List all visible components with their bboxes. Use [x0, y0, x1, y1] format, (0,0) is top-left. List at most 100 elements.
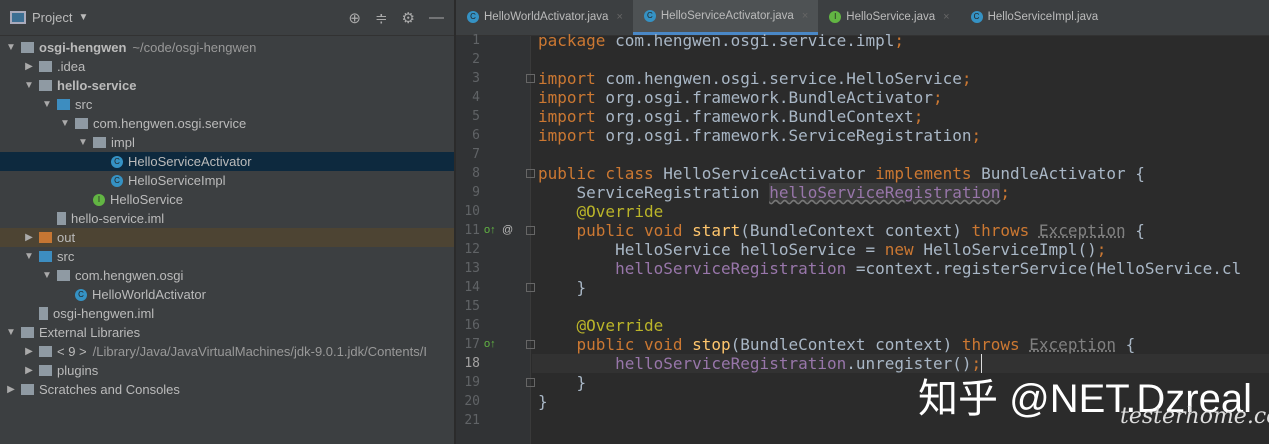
- tree-item[interactable]: ▼ osgi-hengwen ~/code/osgi-hengwen: [0, 38, 454, 57]
- folder-icon: [21, 42, 34, 53]
- tree-item[interactable]: C HelloServiceImpl: [0, 171, 454, 190]
- code-token: @Override: [576, 202, 664, 221]
- tree-item[interactable]: C HelloServiceActivator: [0, 152, 454, 171]
- code-line[interactable]: [532, 297, 1269, 316]
- code-line[interactable]: import org.osgi.framework.BundleActivato…: [532, 88, 1269, 107]
- gear-icon[interactable]: ⚙: [402, 9, 415, 27]
- tab-label: HelloServiceActivator.java: [660, 9, 794, 22]
- code-token: org.osgi.framework.ServiceRegistration: [595, 126, 972, 145]
- expanded-arrow-icon[interactable]: ▼: [4, 42, 18, 53]
- tree-item[interactable]: ▶ out: [0, 228, 454, 247]
- code-token: public class: [538, 164, 664, 183]
- code-token: start: [692, 221, 741, 240]
- tab-label: HelloService.java: [846, 11, 936, 23]
- tab-helloserviceactivator[interactable]: C HelloServiceActivator.java ×: [632, 0, 819, 35]
- tree-item[interactable]: ▼ src: [0, 247, 454, 266]
- code-token: import: [538, 107, 596, 126]
- tree-item-path: /Library/Java/JavaVirtualMachines/jdk-9.…: [92, 344, 427, 359]
- line-number: 4: [472, 90, 480, 105]
- expanded-arrow-icon[interactable]: ▼: [40, 270, 54, 281]
- code-token: throws: [961, 335, 1030, 354]
- code-line[interactable]: public class HelloServiceActivator imple…: [532, 164, 1269, 183]
- expanded-arrow-icon[interactable]: ▼: [22, 251, 36, 262]
- tree-item[interactable]: ▼ com.hengwen.osgi.service: [0, 114, 454, 133]
- expanded-arrow-icon[interactable]: ▼: [22, 80, 36, 91]
- code-line[interactable]: @Override: [532, 202, 1269, 221]
- code-line[interactable]: [532, 145, 1269, 164]
- code-line[interactable]: }: [532, 278, 1269, 297]
- collapsed-arrow-icon[interactable]: ▶: [4, 384, 18, 395]
- tree-item[interactable]: I HelloService: [0, 190, 454, 209]
- tab-helloserviceimpl[interactable]: C HelloServiceImpl.java: [960, 0, 1109, 35]
- override-icon[interactable]: @: [502, 221, 513, 240]
- close-icon[interactable]: ×: [616, 11, 622, 23]
- code-line[interactable]: import org.osgi.framework.BundleContext;: [532, 107, 1269, 126]
- expanded-arrow-icon[interactable]: ▼: [76, 137, 90, 148]
- implements-method-icon[interactable]: o↑: [484, 335, 496, 354]
- code-line[interactable]: public void stop(BundleContext context) …: [532, 335, 1269, 354]
- file-icon: [57, 212, 66, 225]
- tree-item[interactable]: ▼ hello-service: [0, 76, 454, 95]
- tree-item-label: src: [57, 249, 75, 264]
- tab-helloworldactivator[interactable]: C HelloWorldActivator.java ×: [456, 0, 633, 35]
- hide-icon[interactable]: —: [429, 9, 444, 27]
- tree-item[interactable]: ▶ < 9 > /Library/Java/JavaVirtualMachines/…: [0, 342, 454, 361]
- code-token: @Override: [576, 316, 664, 335]
- code-line[interactable]: import org.osgi.framework.ServiceRegistr…: [532, 126, 1269, 145]
- code-line[interactable]: public void start(BundleContext context)…: [532, 221, 1269, 240]
- collapsed-arrow-icon[interactable]: ▶: [22, 232, 36, 243]
- tree-item[interactable]: osgi-hengwen.iml: [0, 304, 454, 323]
- code-token: HelloServiceActivator: [663, 164, 876, 183]
- tree-item[interactable]: ▶ plugins: [0, 361, 454, 380]
- line-number: 5: [472, 109, 480, 124]
- tree-item-label: com.hengwen.osgi: [75, 268, 184, 283]
- code-line[interactable]: @Override: [532, 316, 1269, 335]
- tree-item-label: impl: [111, 135, 135, 150]
- code-token: helloServiceRegistration: [615, 354, 847, 373]
- locate-icon[interactable]: ⊕: [348, 9, 361, 27]
- code-token: throws: [971, 221, 1039, 240]
- close-icon[interactable]: ×: [943, 11, 949, 23]
- lib-icon: [21, 327, 34, 338]
- tree-item[interactable]: C HelloWorldActivator: [0, 285, 454, 304]
- implements-method-icon[interactable]: o↑: [484, 221, 496, 240]
- code-line[interactable]: [532, 50, 1269, 69]
- collapsed-arrow-icon[interactable]: ▶: [22, 365, 36, 376]
- code-token: (BundleContext context): [740, 221, 972, 240]
- tree-item[interactable]: hello-service.iml: [0, 209, 454, 228]
- line-number: 17: [464, 337, 480, 352]
- code-token: Exception: [1038, 221, 1126, 240]
- tree-item[interactable]: ▼ src: [0, 95, 454, 114]
- code-line[interactable]: import com.hengwen.osgi.service.HelloSer…: [532, 69, 1269, 88]
- code-line[interactable]: ServiceRegistration helloServiceRegistra…: [532, 183, 1269, 202]
- project-panel: Project ▼ ⊕ ≑ ⚙ — ▼ osgi-hengwen ~/code/os…: [0, 0, 455, 444]
- code-line[interactable]: helloServiceRegistration =context.regist…: [532, 259, 1269, 278]
- collapsed-arrow-icon[interactable]: ▶: [22, 346, 36, 357]
- tab-label: HelloServiceImpl.java: [987, 11, 1099, 23]
- code-token: ;: [961, 69, 972, 88]
- chevron-down-icon[interactable]: ▼: [78, 12, 88, 23]
- tree-item[interactable]: ▶ Scratches and Consoles: [0, 380, 454, 399]
- expanded-arrow-icon[interactable]: ▼: [4, 327, 18, 338]
- tree-item[interactable]: ▶ .idea: [0, 57, 454, 76]
- collapse-all-icon[interactable]: ≑: [375, 9, 388, 27]
- tree-item-label: src: [75, 97, 93, 112]
- code-token: com.hengwen.osgi.service.HelloService: [595, 69, 962, 88]
- tree-item[interactable]: ▼ com.hengwen.osgi: [0, 266, 454, 285]
- code-token: ;: [932, 88, 943, 107]
- code-line[interactable]: HelloService helloService = new HelloSer…: [532, 240, 1269, 259]
- tree-item-label: plugins: [57, 363, 99, 378]
- tree-item[interactable]: ▼ External Libraries: [0, 323, 454, 342]
- tree-item[interactable]: ▼ impl: [0, 133, 454, 152]
- line-number: 2: [472, 52, 480, 67]
- close-icon[interactable]: ×: [802, 10, 808, 22]
- code-line[interactable]: package com.hengwen.osgi.service.impl;: [532, 31, 1269, 50]
- project-view-selector[interactable]: Project: [32, 10, 72, 25]
- expanded-arrow-icon[interactable]: ▼: [40, 99, 54, 110]
- tree-item-label: .idea: [57, 59, 86, 74]
- tab-helloservice[interactable]: I HelloService.java ×: [818, 0, 959, 35]
- collapsed-arrow-icon[interactable]: ▶: [22, 61, 36, 72]
- expanded-arrow-icon[interactable]: ▼: [58, 118, 72, 129]
- watermark-site: testerhome.com: [1120, 404, 1269, 429]
